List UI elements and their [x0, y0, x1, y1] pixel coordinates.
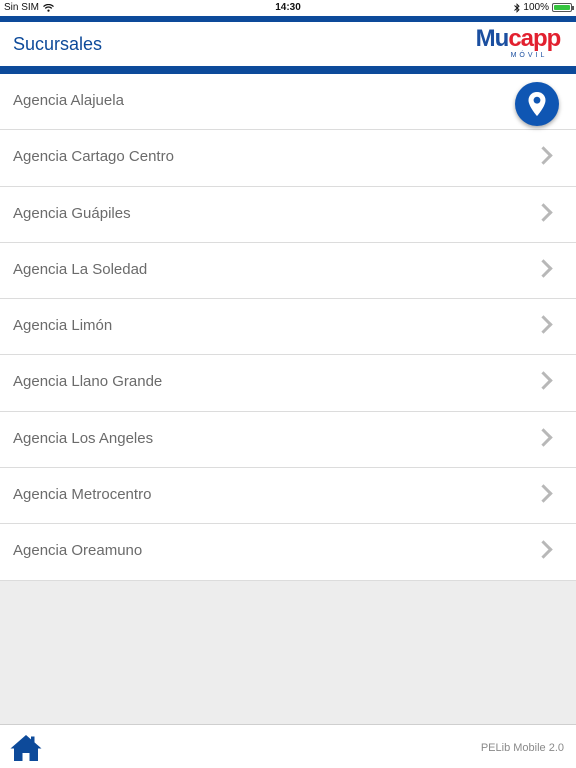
map-pin-icon	[528, 92, 546, 116]
footer: PELib Mobile 2.0	[0, 724, 576, 768]
page-title: Sucursales	[13, 34, 103, 54]
list-item-label: Agencia Llano Grande	[13, 373, 163, 391]
clock: 14:30	[275, 2, 301, 13]
list-item-label: Agencia Metrocentro	[13, 486, 152, 504]
home-icon	[10, 735, 42, 761]
branch-list: Agencia Alajuela Agencia Cartago Centro …	[0, 74, 576, 581]
app-version: PELib Mobile 2.0	[480, 742, 564, 754]
home-button[interactable]	[9, 733, 43, 763]
battery-fill	[554, 5, 570, 10]
chevron-right-icon	[534, 146, 553, 165]
list-item-label: Agencia Alajuela	[13, 92, 124, 109]
list-item[interactable]: Agencia La Soledad	[0, 242, 576, 300]
status-right: 100%	[514, 2, 574, 13]
logo-part-capp: capp	[508, 25, 561, 52]
battery-percent: 100%	[523, 2, 549, 13]
chevron-right-icon	[534, 484, 553, 503]
battery-icon	[552, 3, 574, 12]
list-item-label: Agencia La Soledad	[13, 260, 148, 278]
chevron-right-icon	[534, 259, 553, 278]
header-bottom-stripe	[0, 66, 576, 74]
chevron-right-icon	[534, 315, 553, 334]
chevron-right-icon	[534, 202, 553, 222]
bluetooth-icon	[514, 2, 521, 13]
header: Sucursales Mucapp MÓVIL	[0, 22, 576, 66]
logo-subtitle: MÓVIL	[510, 52, 548, 59]
list-item[interactable]: Agencia Limón	[0, 299, 576, 356]
list-item[interactable]: Agencia Metrocentro	[0, 468, 576, 525]
list-item[interactable]: Agencia Alajuela	[0, 74, 576, 131]
chevron-right-icon	[534, 371, 553, 391]
logo-wordmark: Mucapp	[472, 26, 564, 52]
list-item-label: Agencia Limón	[13, 317, 113, 335]
list-item[interactable]: Agencia Oreamuno	[0, 524, 576, 581]
map-button[interactable]	[515, 82, 559, 126]
list-item[interactable]: Agencia Los Angeles	[0, 411, 576, 469]
status-bar: Sin SIM 14:30 100%	[0, 0, 576, 16]
mucapp-logo: Mucapp MÓVIL	[472, 26, 564, 64]
chevron-right-icon	[534, 428, 553, 447]
list-item-label: Agencia Oreamuno	[13, 542, 143, 560]
list-item-label: Agencia Los Angeles	[13, 429, 154, 447]
list-item[interactable]: Agencia Cartago Centro	[0, 130, 576, 187]
list-item[interactable]: Agencia Llano Grande	[0, 355, 576, 412]
list-item-label: Agencia Cartago Centro	[13, 148, 174, 166]
list-item-label: Agencia Guápiles	[13, 204, 131, 222]
chevron-right-icon	[534, 540, 553, 560]
list-item[interactable]: Agencia Guápiles	[0, 186, 576, 243]
logo-part-mu: Mu	[475, 25, 510, 52]
